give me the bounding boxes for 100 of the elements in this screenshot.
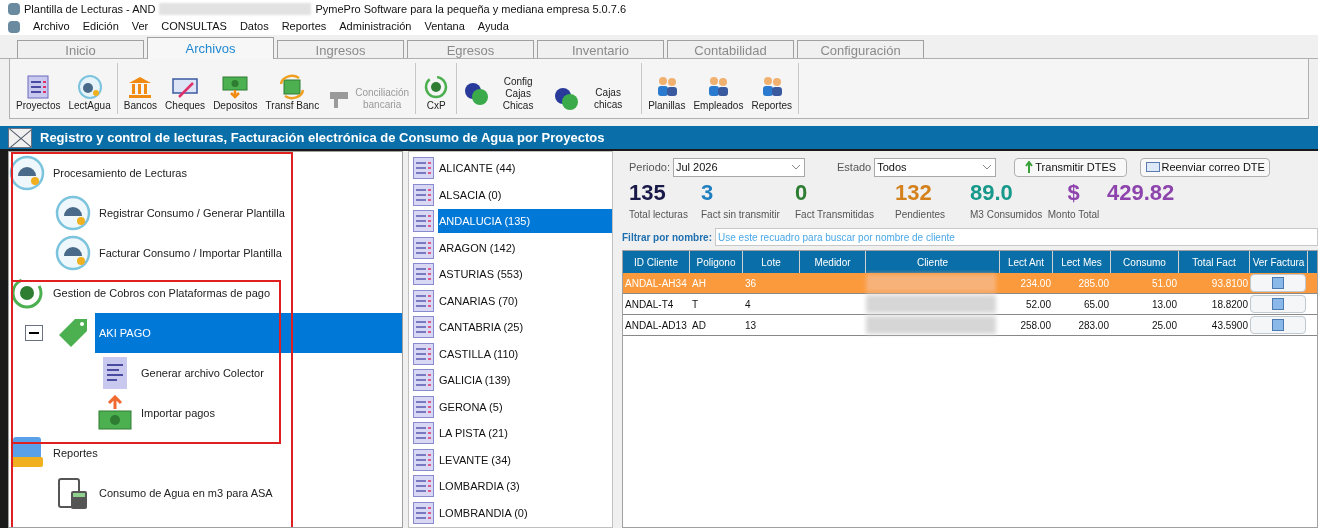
table-cell-text: 36	[744, 276, 758, 291]
tree-item[interactable]: AKI PAGO	[95, 313, 402, 353]
close-icon[interactable]	[8, 127, 32, 148]
checklist-icon	[413, 157, 434, 180]
menu-item[interactable]: Ver	[131, 18, 149, 35]
app-icon	[8, 20, 20, 33]
panel-title: Registro y control de lecturas, Facturación electrónica de Consumo de Agua por Proyectos	[40, 128, 605, 147]
toolbar-button[interactable]: Planillas	[646, 74, 688, 114]
menu-item[interactable]: Edición	[82, 18, 119, 35]
menu-item[interactable]: Datos	[239, 18, 269, 35]
ribbon-tab[interactable]: Archivos	[147, 37, 274, 59]
view-invoice-button[interactable]	[1250, 295, 1306, 313]
project-item[interactable]: GERONA (5)	[438, 394, 612, 419]
arrow-up-icon	[1025, 161, 1034, 173]
project-item[interactable]: LEVANTE (34)	[438, 447, 612, 472]
tree-item[interactable]: Generar archivo Colector	[137, 353, 402, 393]
period-dropdown[interactable]: Jul 2026	[673, 157, 805, 177]
view-invoice-button[interactable]	[1250, 316, 1306, 334]
checklist-icon	[413, 236, 434, 259]
project-item[interactable]: LOMBARDIA (3)	[438, 474, 612, 499]
project-item[interactable]: LOMBRANDIA (0)	[438, 500, 612, 525]
toolbar-button[interactable]: Bancos	[121, 74, 160, 114]
table-row[interactable]: ANDAL-T4 T 4 52.00 65.00 13.00 18.8200	[623, 294, 1317, 315]
toolbar-button[interactable]: CxP	[420, 74, 453, 114]
tree-item[interactable]: Importar pagos	[137, 393, 402, 433]
project-item[interactable]: ALICANTE (44)	[438, 156, 612, 181]
toolbar-button[interactable]: Cajas chicas	[551, 86, 638, 114]
caret-icon	[791, 164, 801, 170]
table-row[interactable]: ANDAL-AD13 AD 13 258.00 283.00 25.00 43.5900	[623, 315, 1317, 336]
project-item[interactable]: LA PISTA (21)	[438, 421, 612, 446]
toolbar-button[interactable]: Proyectos	[14, 74, 63, 114]
project-item[interactable]: CASTILLA (110)	[438, 341, 612, 366]
table-cell-text: 18.8200	[1210, 297, 1249, 312]
stat-label: Pendientes	[895, 208, 947, 222]
table-cell-text: AH	[691, 276, 707, 291]
period-label: Periodo:	[629, 159, 670, 175]
window-title: Plantilla de Lecturas - AND	[24, 1, 156, 17]
menu-item[interactable]: Ventana	[424, 18, 465, 35]
app-icon	[8, 3, 20, 15]
money-transfer-icon	[278, 74, 307, 100]
project-item[interactable]: ASTURIAS (553)	[438, 262, 612, 287]
search-field[interactable]: Use este recuadro para buscar por nombre de cliente	[715, 228, 1318, 246]
menu-item[interactable]: Reportes	[281, 18, 327, 35]
toolbar-button[interactable]: LectAgua	[66, 74, 113, 114]
menu-item[interactable]: CONSULTAS	[161, 18, 227, 35]
table-cell-text: 51.00	[1150, 276, 1178, 291]
checklist-icon	[413, 263, 434, 286]
project-item[interactable]: ANDALUCIA (135)	[438, 209, 612, 234]
caret-icon	[982, 164, 993, 170]
menu-item[interactable]: Archivo	[33, 18, 70, 35]
meter-icon	[9, 155, 45, 191]
view-invoice-button[interactable]	[1250, 274, 1306, 292]
project-item[interactable]: ARAGON (142)	[438, 235, 612, 260]
toolbar-button[interactable]: Config Cajas Chicas	[461, 76, 548, 114]
table-cell-text: ANDAL-AH34	[624, 276, 688, 291]
table-cell-text: 52.00	[1024, 297, 1052, 312]
table-cell-text: 234.00	[1019, 276, 1052, 291]
checklist-icon	[413, 395, 434, 418]
stat-label: Monto Total	[1047, 208, 1100, 222]
banknote-up-icon	[97, 395, 133, 431]
table-cell-text: 43.5900	[1210, 318, 1249, 333]
envelope-icon	[1145, 162, 1160, 172]
filter-label: Filtrar por nombre:	[622, 230, 712, 245]
status-dropdown[interactable]: Todos	[874, 157, 997, 177]
toolbar-button[interactable]: Depositos	[211, 74, 260, 114]
document-icon	[1272, 277, 1284, 289]
project-item[interactable]: GALICIA (139)	[438, 368, 612, 393]
tree-item[interactable]: Gestion de Cobros con Plataformas de pago	[49, 273, 402, 313]
document-icon	[1272, 298, 1284, 310]
project-item[interactable]: CANTABRIA (25)	[438, 315, 612, 340]
stat-label: M3 Consumidos	[970, 208, 1040, 222]
action-button[interactable]: Transmitir DTES	[1014, 157, 1128, 177]
action-button[interactable]: Reenviar correo DTE	[1140, 157, 1271, 177]
toolbar-button[interactable]: Transf Banc	[263, 74, 322, 114]
table-cell-text: 258.00	[1019, 318, 1052, 333]
tree-item[interactable]: Reportes	[49, 433, 402, 473]
meter-icon	[55, 235, 91, 271]
toolbar-button[interactable]: Cheques	[163, 74, 208, 114]
toolbar-button[interactable]: Empleados	[691, 74, 746, 114]
tree-item[interactable]: Procesamiento de Lecturas	[49, 153, 402, 193]
collapse-toggle[interactable]	[25, 325, 43, 341]
project-item[interactable]: ALSACIA (0)	[438, 182, 612, 207]
stat-value: 132	[895, 179, 933, 207]
meter-icon	[75, 74, 104, 100]
tree-item[interactable]: Registrar Consumo / Generar Plantilla	[95, 193, 402, 233]
project-item[interactable]: CANARIAS (70)	[438, 288, 612, 313]
gauge-icon	[55, 195, 91, 231]
checklist-icon	[413, 316, 434, 339]
stat-value: $	[1067, 179, 1080, 207]
table-cell-text: 13	[744, 318, 758, 333]
status-label: Estado	[837, 159, 872, 175]
tree-item[interactable]: Facturar Consumo / Importar Plantilla	[95, 233, 402, 273]
tree-item[interactable]: Consumo de Agua en m3 para ASA	[95, 473, 402, 513]
toolbar-button[interactable]: Reportes	[749, 74, 794, 114]
table-cell-text: 13.00	[1150, 297, 1178, 312]
checklist-icon	[413, 501, 434, 524]
banknote-down-icon	[221, 74, 250, 100]
menu-item[interactable]: Ayuda	[477, 18, 509, 35]
window-title: PymePro Software para la pequeña y mediana empresa 5.0.7.6	[315, 1, 627, 17]
menu-item[interactable]: Administración	[339, 18, 412, 35]
